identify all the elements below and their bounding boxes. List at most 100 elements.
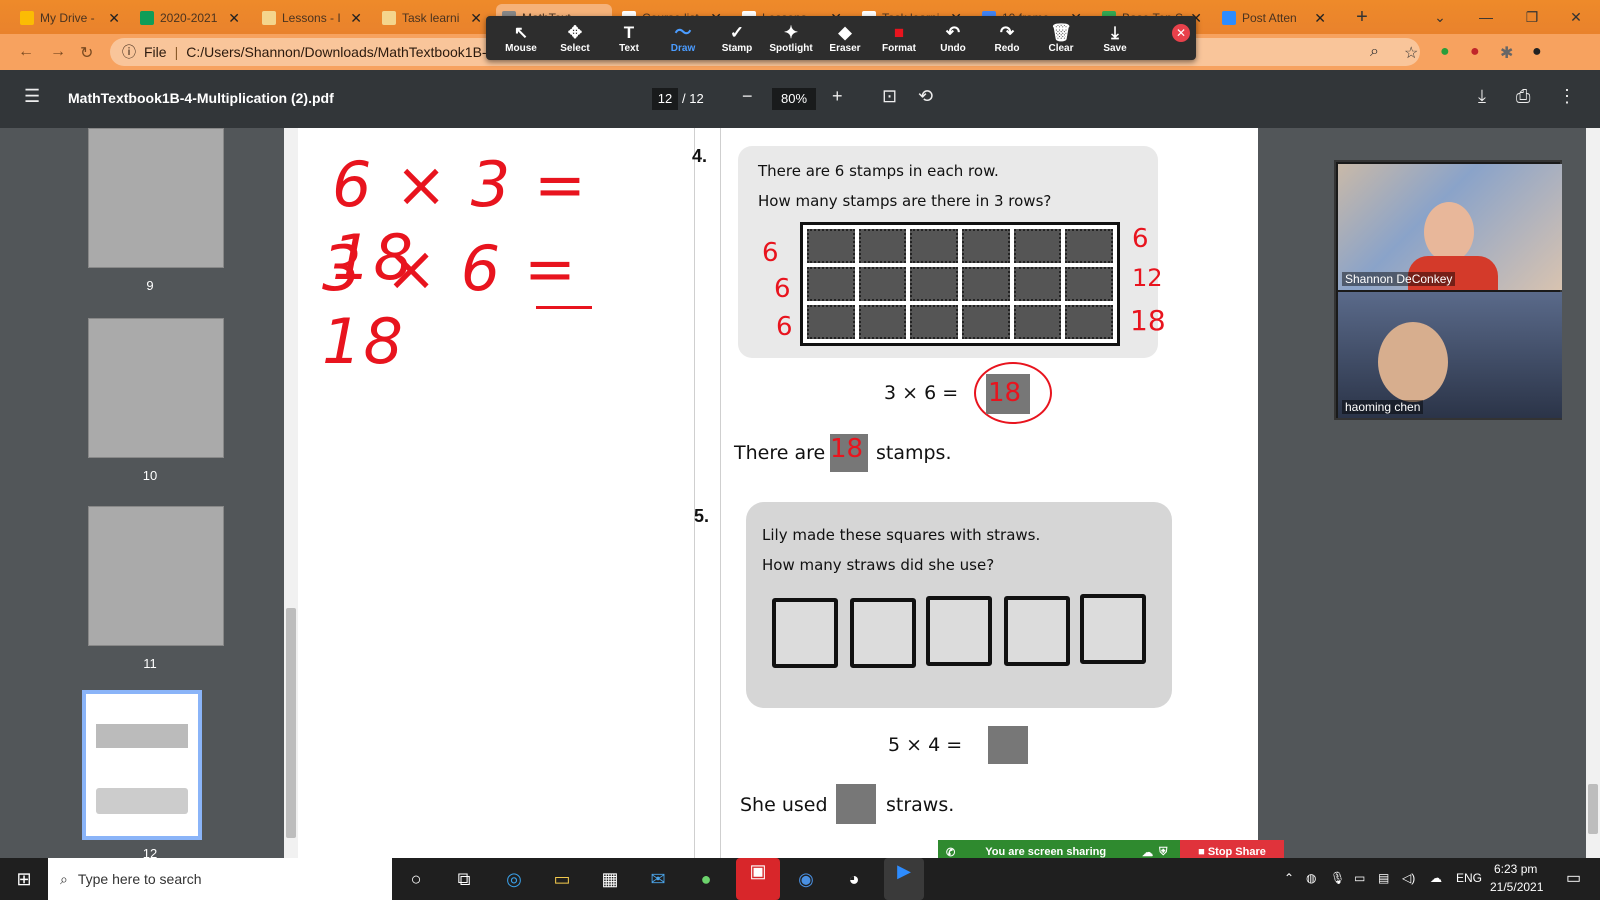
sentence-text: She used xyxy=(740,794,828,816)
zoom-out-button[interactable]: − xyxy=(742,86,753,107)
minimize-button[interactable]: — xyxy=(1466,6,1506,28)
chrome-icon[interactable]: ◕ xyxy=(840,866,868,892)
mail-icon[interactable]: ✉ xyxy=(644,866,672,892)
page-scrollbar[interactable] xyxy=(1586,128,1600,858)
scroll-thumb[interactable] xyxy=(286,608,296,838)
handwritten-mark: 12 xyxy=(1132,264,1163,292)
tab-sheets[interactable]: 2020-2021 ✕ xyxy=(134,4,246,32)
bookmark-star-icon[interactable]: ☆ xyxy=(1404,43,1418,63)
extension-icon[interactable]: ● xyxy=(1440,43,1450,61)
thumbnail-page-9[interactable] xyxy=(88,128,224,268)
close-icon[interactable]: ✕ xyxy=(470,10,482,27)
windows-start-icon[interactable]: ⊞ xyxy=(10,866,38,892)
onedrive-icon[interactable]: ☁ xyxy=(1430,871,1442,885)
zoom-icon[interactable]: ⌕ xyxy=(1370,43,1379,61)
redo-tool[interactable]: ↷ Redo xyxy=(980,23,1034,54)
undo-icon: ↶ xyxy=(945,22,961,42)
profile-dropdown-icon[interactable]: ⌄ xyxy=(1420,6,1460,28)
menu-icon[interactable]: ☰ xyxy=(24,86,40,107)
taskbar-search[interactable]: ⌕ Type here to search xyxy=(48,858,392,900)
stamp xyxy=(1013,229,1062,263)
select-tool[interactable]: ✥ Select xyxy=(548,23,602,54)
task-view-icon[interactable]: ⧉ xyxy=(450,866,478,892)
stamp-grid xyxy=(800,222,1120,346)
sheets-icon xyxy=(140,11,154,25)
clock-time[interactable]: 6:23 pm xyxy=(1494,862,1537,876)
ublock-icon[interactable]: ● xyxy=(1470,43,1480,61)
print-icon[interactable]: ⎙ xyxy=(1516,86,1530,107)
thumbnail-page-10[interactable] xyxy=(88,318,224,458)
tray-expand-icon[interactable]: ⌃ xyxy=(1284,871,1294,885)
reload-icon[interactable]: ↻ xyxy=(80,43,93,63)
tab-lessons[interactable]: Lessons - I ✕ xyxy=(256,4,368,32)
stamp xyxy=(858,229,907,263)
spotlight-tool[interactable]: ✦ Spotlight xyxy=(764,23,818,54)
thumbnail-label: 11 xyxy=(143,656,157,671)
thumbnail-page-11[interactable] xyxy=(88,506,224,646)
stamp xyxy=(1065,229,1113,263)
annotation-toolbar: ↖ Mouse ✥ Select T Text 〜 Draw ✓ Stamp ✦ Spotl… xyxy=(486,16,1196,60)
back-icon[interactable]: ← xyxy=(18,43,34,61)
close-icon[interactable]: ✕ xyxy=(108,10,120,27)
avatar[interactable]: ● xyxy=(1532,43,1542,61)
zoom-in-button[interactable]: + xyxy=(832,86,843,107)
rotate-icon[interactable]: ⟲ xyxy=(918,86,933,107)
language-indicator[interactable]: ENG xyxy=(1456,871,1482,885)
scroll-thumb[interactable] xyxy=(1588,784,1598,834)
save-tool[interactable]: ⤓ Save xyxy=(1088,23,1142,54)
close-window-button[interactable]: ✕ xyxy=(1556,6,1596,28)
edge-icon[interactable]: ◎ xyxy=(500,866,528,892)
close-annotation-button[interactable]: ✕ xyxy=(1172,24,1190,42)
eraser-tool[interactable]: ◆ Eraser xyxy=(818,23,872,54)
forward-icon[interactable]: → xyxy=(50,43,66,61)
store-icon[interactable]: ▦ xyxy=(596,866,624,892)
close-icon[interactable]: ✕ xyxy=(228,10,240,27)
extensions-puzzle-icon[interactable]: ✱ xyxy=(1500,43,1513,63)
undo-tool[interactable]: ↶ Undo xyxy=(926,23,980,54)
tab-post-attendance[interactable]: Post Atten ✕ xyxy=(1216,4,1332,32)
sidebar-scrollbar[interactable] xyxy=(284,128,298,858)
question-number: 5. xyxy=(694,506,710,526)
close-icon[interactable]: ✕ xyxy=(350,10,362,27)
mouse-tool[interactable]: ↖ Mouse xyxy=(494,23,548,54)
fit-page-icon[interactable]: ⊡ xyxy=(882,86,897,107)
chat-app-icon[interactable]: ● xyxy=(692,866,720,892)
notifications-icon[interactable]: ▭ xyxy=(1566,868,1581,888)
page-number-input[interactable]: 12 xyxy=(652,88,678,110)
video-tile-haoming[interactable]: haoming chen xyxy=(1338,292,1562,418)
equation-text: 3 × 6 = xyxy=(884,382,959,404)
maximize-button[interactable]: ❐ xyxy=(1512,6,1552,28)
zoom-app-icon[interactable]: ▶ xyxy=(884,858,924,900)
eraser-icon: ◆ xyxy=(838,22,852,42)
zoom-input[interactable]: 80% xyxy=(772,88,816,110)
handwritten-mark: 6 xyxy=(762,238,779,268)
stamp-tool[interactable]: ✓ Stamp xyxy=(710,23,764,54)
tutor-group-icon[interactable]: ▣ xyxy=(736,858,780,900)
text-tool[interactable]: T Text xyxy=(602,23,656,54)
tab-my-drive[interactable]: My Drive - ✕ xyxy=(14,4,126,32)
tutor-app-icon[interactable]: ◉ xyxy=(792,866,820,892)
network-icon[interactable]: ▤ xyxy=(1378,871,1389,885)
stop-icon: ■ xyxy=(1198,846,1205,858)
question-text: How many stamps are there in 3 rows? xyxy=(758,192,1052,210)
whiteboard-area[interactable]: 6 × 3 = 18 3 × 6 = 18 xyxy=(298,128,624,858)
download-icon[interactable]: ⤓ xyxy=(1478,86,1486,107)
participant-face xyxy=(1378,322,1448,402)
close-icon[interactable]: ✕ xyxy=(1314,10,1326,27)
format-tool[interactable]: ■ Format xyxy=(872,23,926,54)
more-options-icon[interactable]: ⋮ xyxy=(1558,86,1576,107)
video-panel[interactable]: Shannon DeConkey haoming chen xyxy=(1334,160,1562,420)
file-explorer-icon[interactable]: ▭ xyxy=(548,866,576,892)
thumbnail-page-12[interactable] xyxy=(82,690,202,840)
draw-tool[interactable]: 〜 Draw xyxy=(656,23,710,54)
stamp xyxy=(962,229,1010,263)
clock-date[interactable]: 21/5/2021 xyxy=(1490,880,1543,894)
tab-task-learning[interactable]: Task learni ✕ xyxy=(376,4,488,32)
video-tile-shannon[interactable]: Shannon DeConkey xyxy=(1338,164,1562,290)
new-tab-button[interactable]: + xyxy=(1342,6,1382,28)
battery-icon[interactable]: ▭ xyxy=(1354,871,1365,885)
handwritten-mark: 6 xyxy=(1132,224,1149,254)
cortana-icon[interactable]: ○ xyxy=(402,866,430,892)
volume-icon[interactable]: ◁) xyxy=(1402,871,1415,885)
clear-tool[interactable]: 🗑 Clear xyxy=(1034,23,1088,54)
